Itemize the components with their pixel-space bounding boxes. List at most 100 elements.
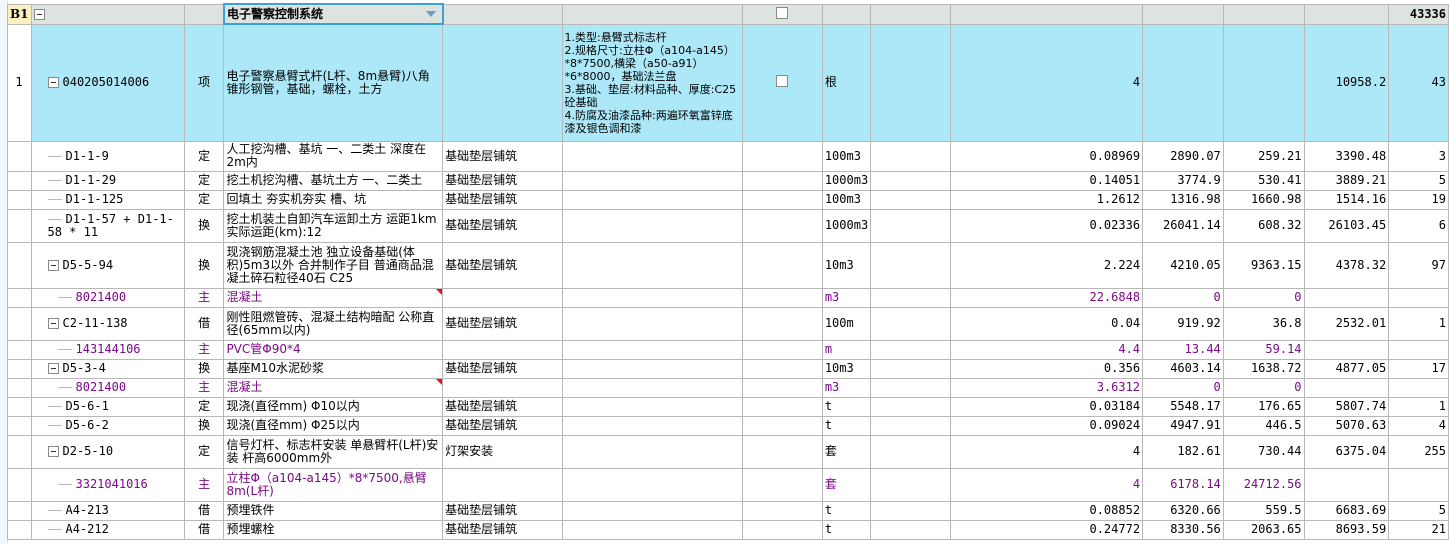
sub-item-row[interactable]: D2-5-10 定信号灯杆、标志杆安装 单悬臂杆(L杆)安装 杆高6000mm外灯…: [7, 434, 1449, 469]
group-title-select[interactable]: 电子警察控制系统: [222, 3, 444, 25]
row-name[interactable]: 预埋螺栓: [223, 519, 444, 540]
row-code-cell[interactable]: 8021400: [30, 287, 185, 308]
collapse-icon[interactable]: [47, 446, 59, 457]
row-last: 1: [1388, 396, 1449, 417]
collapse-icon[interactable]: [47, 318, 59, 329]
row-name[interactable]: 刚性阻燃管砖、混凝土结构暗配 公称直径(65mm以内): [223, 306, 444, 341]
row-code-cell[interactable]: C2-11-138: [30, 306, 185, 341]
row-unit: 套: [821, 434, 872, 469]
row-quantity[interactable]: 3.6312: [950, 377, 1144, 398]
row-unit: m: [821, 339, 872, 360]
row-quantity[interactable]: 0.04: [950, 306, 1144, 341]
row-name[interactable]: 现浇(直径mm) Φ25以内: [223, 415, 444, 436]
row-unit: t: [821, 415, 872, 436]
row-code-cell[interactable]: D5-3-4: [30, 358, 185, 379]
row-name[interactable]: 挖土机装土自卸汽车运卸土方 运距1km 实际运距(km):12: [223, 208, 444, 243]
row-quantity[interactable]: 0.08852: [950, 500, 1144, 521]
row-code-cell[interactable]: D1-1-57 + D1-1-58 * 11: [30, 208, 185, 243]
row-name[interactable]: 混凝土: [223, 287, 444, 308]
material-row[interactable]: 8021400 主混凝土 m3 22.6848 0 0: [7, 287, 1449, 308]
collapse-icon[interactable]: [47, 77, 59, 88]
dropdown-arrow-icon[interactable]: [425, 11, 436, 17]
row-code: 8021400: [75, 290, 127, 304]
row-quantity[interactable]: 0.02336: [950, 208, 1144, 243]
row-name[interactable]: 混凝土: [223, 377, 444, 398]
row-code-cell[interactable]: D1-1-9: [30, 140, 185, 172]
row-quantity[interactable]: 0.08969: [950, 140, 1144, 172]
row-quantity[interactable]: 0.356: [950, 358, 1144, 379]
item-quantity[interactable]: 4: [950, 23, 1144, 142]
sub-item-row[interactable]: D1-1-125 定回填土 夯实机夯实 槽、坑 基础垫层铺筑 100m3 1.2612 1…: [7, 189, 1449, 210]
sub-item-row[interactable]: D1-1-29 定挖土机挖沟槽、基坑土方 一、二类土 基础垫层铺筑 1000m3 0.1…: [7, 170, 1449, 191]
row-type: 定: [183, 140, 225, 172]
row-name[interactable]: 预埋铁件: [223, 500, 444, 521]
row-name[interactable]: 人工挖沟槽、基坑 一、二类土 深度在2m内: [223, 140, 444, 172]
sub-item-row[interactable]: D1-1-9 定人工挖沟槽、基坑 一、二类土 深度在2m内 基础垫层铺筑 100m3 0…: [7, 140, 1449, 172]
row-quantity[interactable]: 0.14051: [950, 170, 1144, 191]
row-code-cell[interactable]: D5-6-2: [30, 415, 185, 436]
row-name[interactable]: 回填土 夯实机夯实 槽、坑: [223, 189, 444, 210]
collapse-icon[interactable]: [33, 8, 45, 20]
row-name[interactable]: 基座M10水泥砂浆: [223, 358, 444, 379]
row-quantity[interactable]: 22.6848: [950, 287, 1144, 308]
group-row[interactable]: B1 电子警察控制系统 43336: [7, 3, 1449, 25]
item-code-cell[interactable]: 040205014006: [30, 23, 185, 142]
row-name[interactable]: 现浇钢筋混凝土池 独立设备基础(体积)5m3以外 合并制作子目 普通商品混凝土碎…: [223, 241, 444, 289]
row-price: 4210.05: [1142, 241, 1224, 289]
row-code-cell[interactable]: D5-5-94: [30, 241, 185, 289]
collapse-icon[interactable]: [47, 259, 59, 271]
row-name[interactable]: 挖土机挖沟槽、基坑土方 一、二类土: [223, 170, 444, 191]
row-name[interactable]: 现浇(直径mm) Φ10以内: [223, 396, 444, 417]
row-type: 主: [183, 339, 225, 360]
row-quantity[interactable]: 4: [950, 434, 1144, 469]
material-row[interactable]: 8021400 主混凝土 m3 3.6312 0 0: [7, 377, 1449, 398]
sub-item-row[interactable]: D5-6-1 定现浇(直径mm) Φ10以内 基础垫层铺筑 t 0.03184 5548.…: [7, 396, 1449, 417]
group-checkbox[interactable]: [776, 6, 789, 19]
row-last: [1388, 339, 1449, 360]
sub-item-row[interactable]: D5-6-2 换现浇(直径mm) Φ25以内 基础垫层铺筑 t 0.09024 4947.…: [7, 415, 1449, 436]
row-code-cell[interactable]: D1-1-29: [30, 170, 185, 191]
row-quantity[interactable]: 4: [950, 467, 1144, 502]
row-amount: 259.21: [1222, 140, 1305, 172]
sub-item-row[interactable]: D5-5-94 换现浇钢筋混凝土池 独立设备基础(体积)5m3以外 合并制作子目 …: [7, 241, 1449, 289]
sub-item-row[interactable]: A4-212 借预埋螺栓 基础垫层铺筑 t 0.24772 8330.56 2063.65 8…: [7, 519, 1449, 540]
collapse-icon[interactable]: [47, 363, 59, 374]
row-code-cell[interactable]: A4-213: [30, 500, 185, 521]
row-quantity[interactable]: 0.09024: [950, 415, 1144, 436]
row-type: 换: [183, 241, 225, 289]
sub-item-row[interactable]: D1-1-57 + D1-1-58 * 11 换挖土机装土自卸汽车运卸土方 运距1…: [7, 208, 1449, 243]
item-description[interactable]: 1.类型:悬臂式标志杆 2.规格尺寸:立柱Φ（a104-a145）*8*7500…: [561, 23, 743, 142]
sub-item-row[interactable]: A4-213 借预埋铁件 基础垫层铺筑 t 0.08852 6320.66 559.5 668…: [7, 500, 1449, 521]
row-name[interactable]: 立柱Φ（a104-a145）*8*7500,悬臂8m(L杆): [223, 467, 444, 502]
group-toggle-cell[interactable]: [30, 3, 185, 25]
row-composite-price: 3889.21: [1303, 170, 1390, 191]
row-code-cell[interactable]: A4-212: [30, 519, 185, 540]
row-code-cell[interactable]: 143144106: [30, 339, 185, 360]
tree-line-icon: [57, 297, 72, 298]
row-quantity[interactable]: 4.4: [950, 339, 1144, 360]
sub-item-row[interactable]: D5-3-4 换基座M10水泥砂浆 基础垫层铺筑 10m3 0.356 4603.14 16…: [7, 358, 1449, 379]
row-unit: 100m3: [821, 140, 872, 172]
row-quantity[interactable]: 0.24772: [950, 519, 1144, 540]
item-row[interactable]: 1 040205014006 项 电子警察悬臂式杆(L杆、8m悬臂)八角锥形钢管…: [7, 23, 1449, 142]
row-code-cell[interactable]: 3321041016: [30, 467, 185, 502]
row-type: 换: [183, 358, 225, 379]
row-quantity[interactable]: 2.224: [950, 241, 1144, 289]
row-amount: 608.32: [1222, 208, 1305, 243]
item-checkbox[interactable]: [776, 75, 789, 87]
row-quantity[interactable]: 0.03184: [950, 396, 1144, 417]
row-code-cell[interactable]: D2-5-10: [30, 434, 185, 469]
row-code-cell[interactable]: 8021400: [30, 377, 185, 398]
tree-line-icon: [57, 484, 72, 485]
material-row[interactable]: 143144106 主 PVC管Φ90*4 m 4.4 13.44 59.14: [7, 339, 1449, 360]
item-description-text: 1.类型:悬臂式标志杆 2.规格尺寸:立柱Φ（a104-a145）*8*7500…: [564, 30, 737, 135]
row-quantity[interactable]: 1.2612: [950, 189, 1144, 210]
item-total: 43: [1388, 23, 1449, 142]
row-code-cell[interactable]: D5-6-1: [30, 396, 185, 417]
row-name[interactable]: 信号灯杆、标志杆安装 单悬臂杆(L杆)安装 杆高6000mm外: [223, 434, 444, 469]
row-name[interactable]: PVC管Φ90*4: [223, 339, 444, 360]
item-name[interactable]: 电子警察悬臂式杆(L杆、8m悬臂)八角锥形钢管，基础，螺栓，土方: [223, 23, 444, 142]
material-row[interactable]: 3321041016 主立柱Φ（a104-a145）*8*7500,悬臂8m(L杆…: [7, 467, 1449, 502]
row-code-cell[interactable]: D1-1-125: [30, 189, 185, 210]
sub-item-row[interactable]: C2-11-138 借刚性阻燃管砖、混凝土结构暗配 公称直径(65mm以内) 基础垫…: [7, 306, 1449, 341]
